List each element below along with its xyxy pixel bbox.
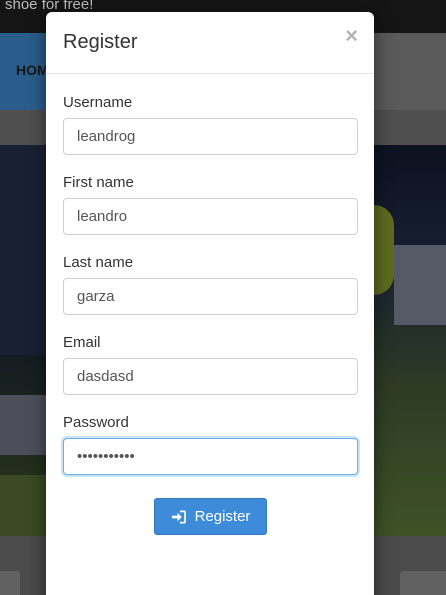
product-card xyxy=(0,571,20,595)
last-name-group: Last name xyxy=(63,254,358,315)
email-group: Email xyxy=(63,334,358,395)
hero-photo-region xyxy=(0,145,46,355)
close-button[interactable]: × xyxy=(345,25,358,47)
hero-photo-region xyxy=(0,475,46,536)
modal-title: Register xyxy=(63,31,138,53)
username-input[interactable] xyxy=(63,118,358,155)
username-group: Username xyxy=(63,94,358,155)
hero-photo-region xyxy=(374,205,394,295)
password-group: Password xyxy=(63,414,358,475)
register-button[interactable]: Register xyxy=(154,498,267,535)
product-card xyxy=(400,571,446,595)
email-input[interactable] xyxy=(63,358,358,395)
hero-photo-region xyxy=(394,245,446,325)
last-name-label: Last name xyxy=(63,254,134,271)
sign-in-icon xyxy=(171,510,186,523)
first-name-group: First name xyxy=(63,174,358,235)
first-name-input[interactable] xyxy=(63,198,358,235)
register-form: Username First name Last name Email Pass… xyxy=(46,94,374,535)
password-input[interactable] xyxy=(63,438,358,475)
hero-photo-region xyxy=(0,395,46,455)
first-name-label: First name xyxy=(63,174,134,191)
submit-row: Register xyxy=(63,498,358,535)
register-button-label: Register xyxy=(194,508,251,525)
password-label: Password xyxy=(63,414,129,431)
hero-photo-region xyxy=(374,145,446,536)
last-name-input[interactable] xyxy=(63,278,358,315)
modal-header: Register × xyxy=(46,12,374,74)
register-modal: Register × Username First name Last name… xyxy=(46,12,374,595)
email-label: Email xyxy=(63,334,101,351)
username-label: Username xyxy=(63,94,133,111)
